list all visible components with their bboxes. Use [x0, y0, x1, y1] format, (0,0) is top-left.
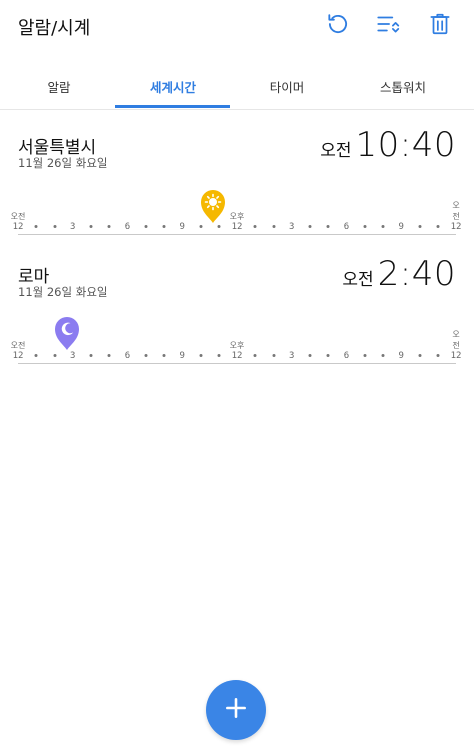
timeline-hour-dot — [107, 225, 111, 228]
timeline-hour-dot — [418, 354, 421, 357]
timeline-period-label: 오전 — [10, 212, 26, 221]
timeline-hour-dot — [162, 225, 166, 228]
timeline-hour-dot — [381, 354, 385, 357]
timeline-period-label: 오후 — [229, 341, 245, 350]
timeline-tick-label: 3 — [70, 222, 76, 232]
timeline-tick-label: 12 — [12, 222, 24, 232]
tab-bar: 알람 세계시간 타이머 스톱워치 — [0, 64, 474, 110]
timeline-hour-dot — [199, 354, 202, 357]
tab-stopwatch[interactable]: 스톱워치 — [344, 64, 462, 108]
app-bar: 알람/시계 — [0, 0, 474, 56]
timeline-hour-dot — [217, 354, 221, 357]
app-title: 알람/시계 — [18, 18, 91, 39]
timeline-tick-label: 9 — [179, 222, 185, 232]
timeline-tick-label: 6 — [124, 351, 131, 361]
timeline-hour-dot — [436, 354, 440, 357]
refresh-button[interactable] — [323, 10, 353, 42]
city-clock: 오전 2:40 — [342, 254, 456, 294]
timeline-hour-dot — [326, 225, 330, 228]
timeline-hour-dot — [308, 354, 312, 357]
timeline: 12 3 6 9 12 3 6 9 12 오전 오후 오전 — [11, 201, 461, 235]
timeline-hour-dot — [107, 354, 111, 357]
delete-button[interactable] — [425, 10, 455, 42]
city-date: 11월 26일 화요일 — [18, 156, 108, 170]
timeline-hour-dot — [34, 225, 38, 228]
timeline-axis — [18, 234, 456, 235]
timeline-hour-dot — [326, 354, 330, 357]
refresh-icon — [325, 11, 351, 41]
timeline-tick-label: 3 — [289, 222, 295, 232]
timeline-tick-label: 12 — [450, 351, 462, 361]
tab-indicator — [115, 105, 230, 108]
timeline-tick-label: 6 — [124, 222, 131, 232]
plus-icon — [223, 695, 249, 725]
timeline-hour-dot — [34, 354, 38, 357]
trash-icon — [427, 11, 453, 41]
timeline-tick-label: 9 — [398, 351, 404, 361]
timeline-hour-dot — [217, 225, 221, 228]
timeline-tick-label: 12 — [12, 351, 24, 361]
timeline-hour-dot — [272, 225, 275, 228]
timeline-tick-label: 3 — [70, 351, 76, 361]
timeline-tick-label: 12 — [450, 222, 462, 232]
timeline-tick-label: 9 — [179, 351, 185, 361]
timeline-hour-dot — [199, 225, 202, 228]
city-date: 11월 26일 화요일 — [18, 285, 108, 299]
timeline-hour-dot — [162, 354, 166, 357]
timeline-hour-dot — [381, 225, 385, 228]
sort-button[interactable] — [373, 10, 403, 42]
sort-icon — [375, 11, 401, 41]
timeline-axis — [18, 363, 456, 364]
timeline-hour-dot — [253, 225, 257, 228]
timeline-hour-dot — [272, 354, 275, 357]
timeline-tick-label: 12 — [231, 351, 243, 361]
timeline-period-label: 오전 — [452, 330, 460, 350]
timeline-period-label: 오후 — [229, 212, 245, 221]
city-time: 10:40 — [355, 125, 456, 165]
timeline-hour-dot — [308, 225, 312, 228]
tab-alarm[interactable]: 알람 — [0, 64, 118, 108]
ampm-label: 오전 — [342, 270, 374, 290]
timeline-period-label: 오전 — [452, 201, 460, 221]
timeline-tick-label: 6 — [343, 222, 350, 232]
timeline-hour-dot — [436, 225, 440, 228]
timeline: 12 3 6 9 12 3 6 9 12 오전 오후 오전 — [11, 330, 461, 364]
timeline-period-label: 오전 — [10, 341, 26, 350]
tab-timer[interactable]: 타이머 — [228, 64, 346, 108]
timeline-hour-dot — [253, 354, 257, 357]
timeline-hour-dot — [89, 225, 93, 228]
city-time: 2:40 — [377, 254, 456, 294]
timeline-tick-label: 6 — [343, 351, 350, 361]
timeline-hour-dot — [144, 225, 148, 228]
timeline-tick-label: 12 — [231, 222, 243, 232]
city-item[interactable]: 서울특별시 11월 26일 화요일 오전 10:40 12 3 6 9 12 3 6 9 12 오… — [0, 125, 474, 253]
tab-world-clock[interactable]: 세계시간 — [114, 64, 232, 108]
city-clock: 오전 10:40 — [320, 125, 456, 165]
timeline-hour-dot — [144, 354, 148, 357]
city-item[interactable]: 로마 11월 26일 화요일 오전 2:40 12 3 6 9 12 3 6 9 12 오전 오후 오… — [0, 254, 474, 382]
timeline-tick-label: 9 — [398, 222, 404, 232]
add-city-button[interactable] — [206, 680, 266, 740]
timeline-hour-dot — [418, 225, 421, 228]
timeline-hour-dot — [53, 354, 56, 357]
timeline-hour-dot — [363, 225, 367, 228]
timeline-hour-dot — [89, 354, 93, 357]
ampm-label: 오전 — [320, 141, 352, 161]
timeline-hour-dot — [363, 354, 367, 357]
timeline-tick-label: 3 — [289, 351, 295, 361]
timeline-hour-dot — [53, 225, 56, 228]
